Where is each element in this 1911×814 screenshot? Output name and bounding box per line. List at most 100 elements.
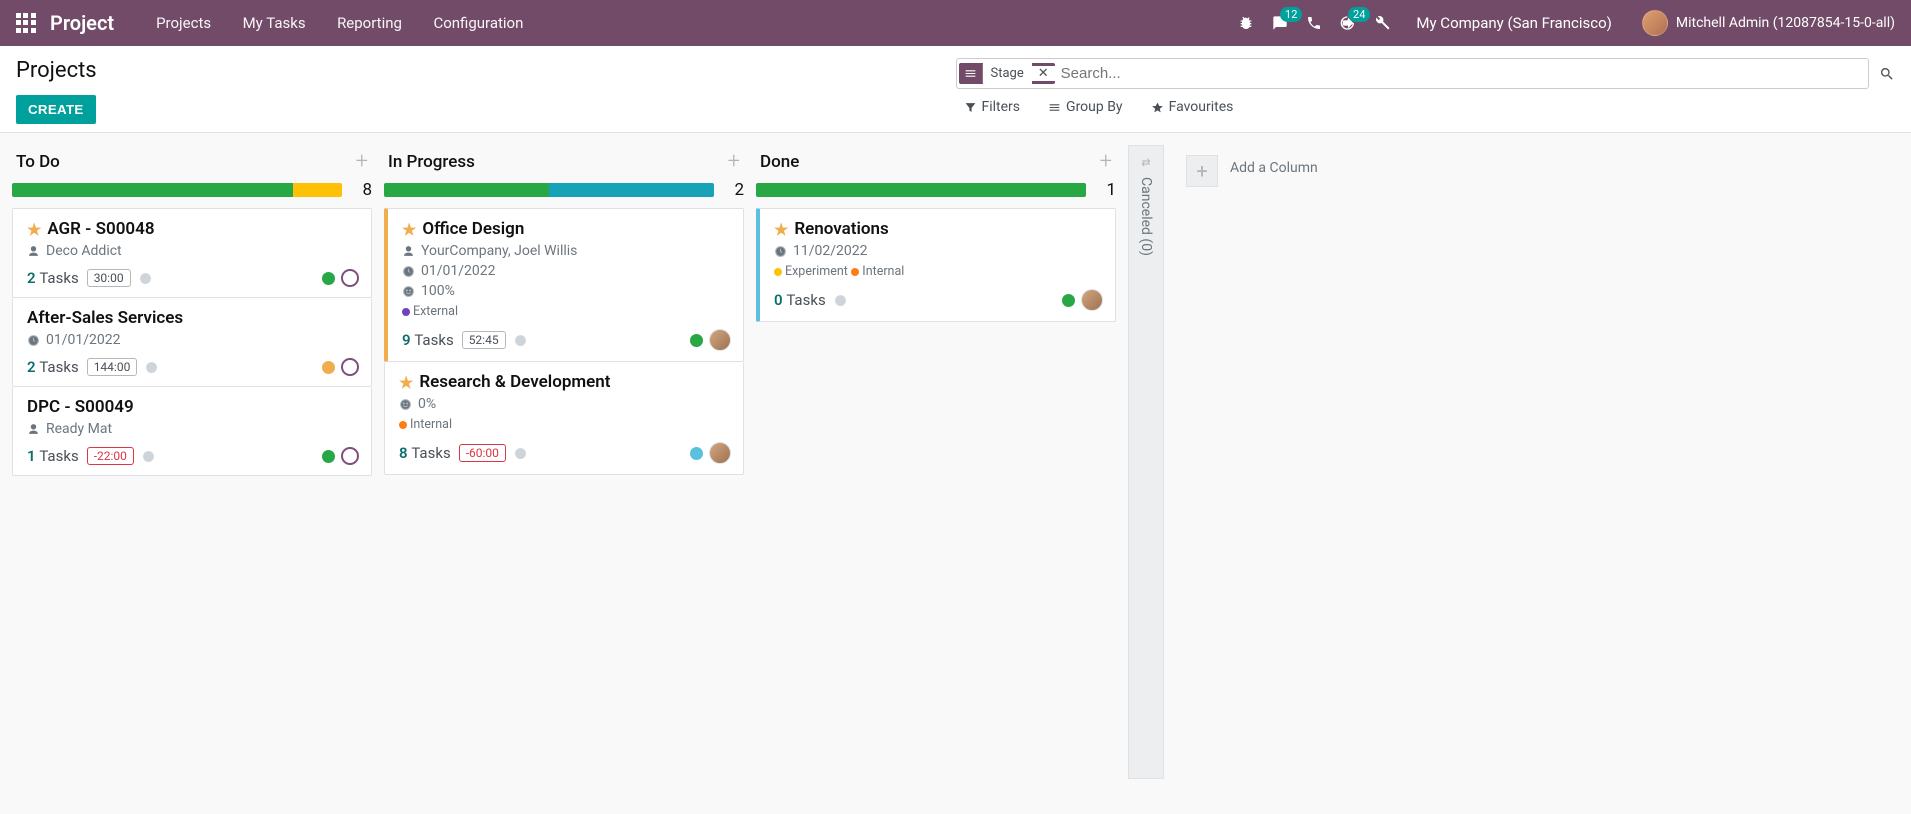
user-menu[interactable]: Mitchell Admin (12087854-15-0-all) — [1642, 10, 1895, 36]
groupby-label: Group By — [1066, 99, 1123, 115]
status-dot[interactable] — [322, 361, 335, 374]
phone-icon[interactable] — [1306, 15, 1322, 31]
column-count: 8 — [352, 180, 372, 200]
debug-icon[interactable] — [1238, 15, 1254, 31]
card-title: Research & Development — [419, 372, 610, 392]
card-meta: 01/01/2022 — [27, 332, 359, 348]
card-meta: Ready Mat — [27, 421, 359, 437]
star-icon[interactable]: ★ — [399, 373, 413, 392]
hours-pill: 144:00 — [87, 358, 138, 376]
star-icon[interactable]: ★ — [27, 220, 41, 239]
kanban-card[interactable]: ★AGR - S00048 Deco Addict 2 Tasks 30:00 — [12, 208, 372, 298]
top-nav: Project Projects My Tasks Reporting Conf… — [0, 0, 1911, 46]
tasks-count[interactable]: 8 Tasks — [399, 444, 451, 462]
hours-pill: -60:00 — [459, 444, 506, 462]
column-title[interactable]: To Do — [16, 152, 60, 172]
tasks-count[interactable]: 2 Tasks — [27, 269, 79, 287]
list-icon — [959, 64, 983, 83]
clock-icon[interactable] — [834, 294, 847, 307]
card-list: ★AGR - S00048 Deco Addict 2 Tasks 30:00 … — [12, 208, 372, 476]
add-column-label[interactable]: Add a Column — [1230, 155, 1318, 176]
tag: Internal — [851, 264, 904, 279]
status-dot[interactable] — [690, 447, 703, 460]
search-input[interactable] — [1055, 61, 1862, 86]
status-dot[interactable] — [690, 334, 703, 347]
tasks-count[interactable]: 2 Tasks — [27, 358, 79, 376]
clock-icon[interactable] — [514, 447, 527, 460]
filters-button[interactable]: Filters — [964, 99, 1021, 115]
clock-icon[interactable] — [514, 334, 527, 347]
main-menu: Projects My Tasks Reporting Configuratio… — [142, 14, 537, 32]
card-tags: Experiment Internal — [774, 263, 1103, 279]
quick-create-icon[interactable]: + — [1100, 149, 1112, 174]
menu-projects[interactable]: Projects — [156, 14, 211, 32]
assignee-avatar[interactable] — [709, 329, 731, 351]
assignee-avatar[interactable] — [1081, 289, 1103, 311]
facet-label: Stage — [983, 63, 1032, 84]
control-panel: Projects CREATE Stage ✕ Filters — [0, 46, 1911, 133]
tag: Internal — [399, 417, 452, 432]
activities-badge: 24 — [1348, 7, 1370, 22]
tools-icon[interactable] — [1374, 15, 1390, 31]
assignee-avatar[interactable] — [709, 442, 731, 464]
kanban-column: To Do + 8 ★AGR - S00048 Deco Addict 2 Ta… — [12, 145, 372, 779]
kanban-card[interactable]: DPC - S00049 Ready Mat 1 Tasks -22:00 — [12, 387, 372, 476]
messages-icon[interactable]: 12 — [1272, 15, 1288, 31]
clock-icon[interactable] — [139, 272, 152, 285]
avatar — [1642, 10, 1668, 36]
apps-icon[interactable] — [16, 13, 36, 33]
activities-icon[interactable]: 24 — [1340, 15, 1356, 31]
quick-create-icon[interactable]: + — [356, 149, 368, 174]
systray: 12 24 My Company (San Francisco) Mitchel… — [1238, 10, 1895, 36]
satisfaction-icon[interactable] — [341, 269, 359, 287]
kanban-card[interactable]: After-Sales Services 01/01/2022 2 Tasks … — [12, 298, 372, 387]
quick-create-icon[interactable]: + — [728, 149, 740, 174]
kanban-card[interactable]: ★ Research & Development 0% Internal 8 Tas… — [384, 362, 744, 475]
card-meta: 0% — [399, 396, 731, 412]
column-title[interactable]: Done — [760, 152, 799, 172]
star-icon[interactable]: ★ — [774, 220, 788, 239]
status-dot[interactable] — [1062, 294, 1075, 307]
groupby-button[interactable]: Group By — [1048, 99, 1123, 115]
progress-bar[interactable] — [12, 183, 342, 197]
kanban-column: In Progress + 2 ★Office Design YourCompa… — [384, 145, 744, 779]
app-brand[interactable]: Project — [50, 11, 114, 35]
company-switcher[interactable]: My Company (San Francisco) — [1416, 14, 1611, 32]
kanban-card[interactable]: ★Renovations 11/02/2022Experiment Intern… — [756, 208, 1116, 322]
kanban-board: To Do + 8 ★AGR - S00048 Deco Addict 2 Ta… — [0, 133, 1911, 791]
clock-icon[interactable] — [142, 450, 155, 463]
status-dot[interactable] — [322, 272, 335, 285]
user-name: Mitchell Admin (12087854-15-0-all) — [1676, 15, 1895, 31]
search-icon[interactable] — [1879, 66, 1895, 82]
kanban-column-collapsed[interactable]: ⇄Canceled (0) — [1128, 145, 1164, 779]
menu-reporting[interactable]: Reporting — [337, 14, 402, 32]
tasks-count[interactable]: 0 Tasks — [774, 291, 826, 309]
progress-bar[interactable] — [756, 183, 1086, 197]
menu-configuration[interactable]: Configuration — [433, 14, 523, 32]
progress-bar[interactable] — [384, 183, 714, 197]
messages-badge: 12 — [1280, 7, 1302, 22]
expand-icon: ⇄ — [1141, 156, 1150, 169]
satisfaction-icon[interactable] — [341, 358, 359, 376]
column-count: 2 — [724, 180, 744, 200]
column-title[interactable]: In Progress — [388, 152, 475, 172]
card-meta: 01/01/2022 — [402, 263, 731, 279]
clock-icon[interactable] — [145, 361, 158, 374]
hours-pill: 52:45 — [462, 331, 506, 349]
favourites-button[interactable]: Favourites — [1151, 99, 1234, 115]
facet-remove-icon[interactable]: ✕ — [1032, 66, 1055, 81]
card-meta: Deco Addict — [27, 243, 359, 259]
status-dot[interactable] — [322, 450, 335, 463]
menu-my-tasks[interactable]: My Tasks — [243, 14, 306, 32]
star-icon[interactable]: ★ — [402, 220, 416, 239]
card-list: ★Office Design YourCompany, Joel Willis0… — [384, 208, 744, 475]
tasks-count[interactable]: 9 Tasks — [402, 331, 454, 349]
filters-label: Filters — [982, 99, 1021, 115]
create-button[interactable]: CREATE — [16, 95, 96, 124]
search-facet-stage: Stage ✕ — [959, 63, 1055, 84]
card-list: ★Renovations 11/02/2022Experiment Intern… — [756, 208, 1116, 322]
add-column-button[interactable]: + — [1186, 155, 1218, 187]
kanban-card[interactable]: ★Office Design YourCompany, Joel Willis0… — [384, 208, 744, 362]
tasks-count[interactable]: 1 Tasks — [27, 447, 79, 465]
satisfaction-icon[interactable] — [341, 447, 359, 465]
